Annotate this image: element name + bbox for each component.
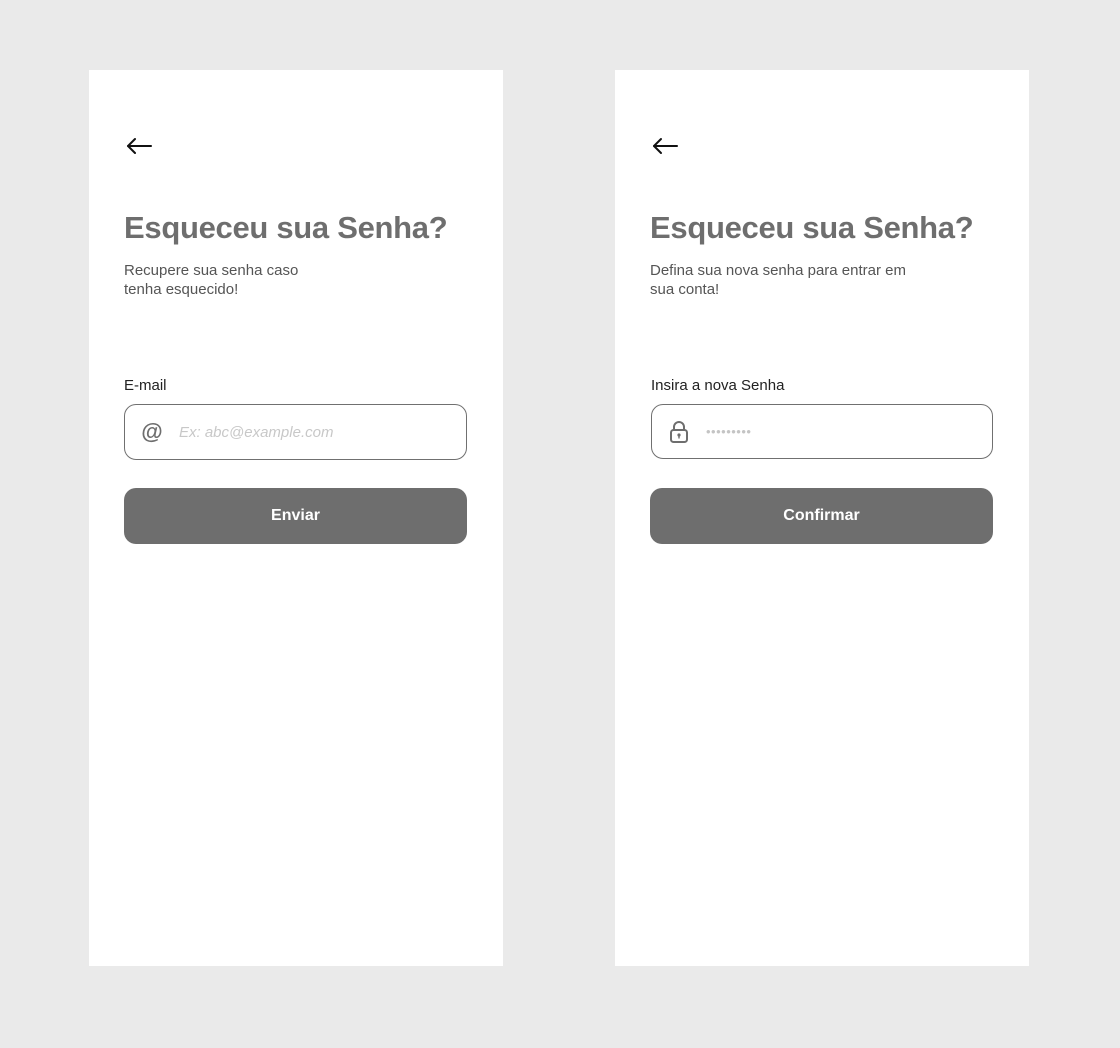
send-button[interactable]: Enviar	[124, 488, 467, 544]
back-button[interactable]	[651, 134, 681, 158]
new-password-screen: Esqueceu sua Senha? Defina sua nova senh…	[615, 70, 1029, 966]
canvas: Esqueceu sua Senha? Recupere sua senha c…	[0, 0, 1120, 1048]
subtitle-line: Recupere sua senha caso	[124, 262, 299, 279]
arrow-left-icon	[127, 138, 152, 154]
page-subtitle: Defina sua nova senha para entrar em sua…	[650, 261, 906, 299]
subtitle-line: tenha esquecido!	[124, 281, 239, 298]
password-input[interactable]: •••••••••	[706, 425, 976, 438]
page-subtitle: Recupere sua senha caso tenha esquecido!	[124, 261, 298, 299]
subtitle-line: sua conta!	[650, 281, 720, 298]
email-input[interactable]	[179, 412, 449, 452]
email-label: E-mail	[124, 377, 167, 394]
lock-icon	[652, 420, 706, 444]
new-password-label: Insira a nova Senha	[651, 377, 785, 394]
subtitle-line: Defina sua nova senha para entrar em	[650, 262, 906, 279]
at-icon: @	[141, 419, 163, 444]
page-title: Esqueceu sua Senha?	[650, 210, 974, 245]
back-button[interactable]	[125, 134, 155, 158]
email-field[interactable]: @	[124, 404, 467, 460]
new-password-field[interactable]: •••••••••	[651, 404, 993, 459]
confirm-button[interactable]: Confirmar	[650, 488, 993, 544]
arrow-left-icon	[653, 138, 678, 154]
forgot-password-email-screen: Esqueceu sua Senha? Recupere sua senha c…	[89, 70, 503, 966]
page-title: Esqueceu sua Senha?	[124, 210, 448, 245]
